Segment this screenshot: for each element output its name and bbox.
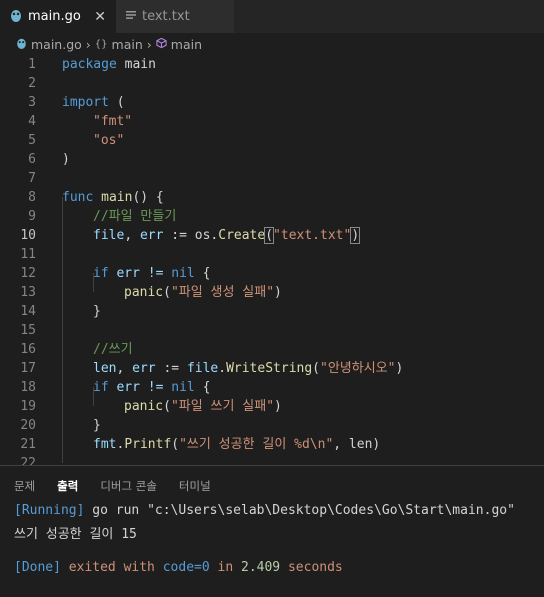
code-line: 6) (28, 152, 70, 167)
chevron-right-icon: › (146, 36, 152, 52)
code-line: 9//파일 만들기 (28, 209, 177, 224)
chevron-right-icon: › (85, 36, 91, 52)
tab-output[interactable]: 출력 (57, 478, 78, 498)
tab-terminal[interactable]: 터미널 (179, 478, 211, 498)
cube-icon (156, 37, 167, 52)
editor-tab-bar: main.go ✕ text.txt (0, 0, 544, 33)
output-panel: 문제 출력 디버그 콘솔 터미널 [Running] go run "c:\Us… (0, 465, 544, 597)
go-file-icon (10, 8, 22, 26)
code-line: 20} (20, 418, 101, 433)
breadcrumb-module[interactable]: main (112, 37, 143, 52)
code-line: 22 (20, 456, 36, 465)
code-line-current: 10 file, err := os.Create("text.txt") (20, 227, 361, 244)
code-line: 1 package main (28, 57, 156, 72)
code-line: 15 (20, 323, 36, 338)
code-line: 14} (20, 304, 101, 319)
output-line-running: [Running] go run "c:\Users\selab\Desktop… (14, 503, 515, 518)
code-line: 12 if err != nil { (20, 266, 211, 281)
breadcrumb: main.go › {} main › main (0, 33, 544, 55)
panel-tabs: 문제 출력 디버그 콘솔 터미널 (0, 478, 219, 498)
output-line-done: [Done] exited with code=0 in 2.409 secon… (14, 560, 343, 575)
go-file-icon (16, 37, 27, 52)
code-line: 16//쓰기 (20, 342, 133, 357)
code-line: 21 fmt.Printf("쓰기 성공한 길이 %d\n", len) (20, 437, 381, 452)
code-line: 7 (28, 171, 36, 186)
code-editor[interactable]: 1 package main 2 3 import ( 4 "fmt" 5 "os" 6… (0, 55, 544, 465)
tab-label: text.txt (142, 9, 190, 24)
code-line: 4 "fmt" (28, 114, 133, 129)
tab-text-txt[interactable]: text.txt (116, 0, 234, 33)
output-line-result: 쓰기 성공한 길이 15 (14, 527, 137, 542)
code-line: 8 func main() { (28, 190, 164, 205)
code-line: 5 "os" (28, 133, 125, 148)
code-line: 19 panic("파일 쓰기 실패") (20, 399, 282, 414)
code-line: 13 panic("파일 생성 실패") (20, 285, 282, 300)
tab-label: main.go (28, 9, 81, 24)
breadcrumb-symbol[interactable]: main (171, 37, 202, 52)
code-line: 18 if err != nil { (20, 380, 211, 395)
text-file-icon (126, 9, 136, 24)
tab-problems[interactable]: 문제 (14, 478, 35, 498)
code-line: 11 (20, 247, 36, 262)
code-line: 2 (28, 76, 36, 91)
tab-debug-console[interactable]: 디버그 콘솔 (100, 478, 157, 498)
breadcrumb-file[interactable]: main.go (31, 37, 82, 52)
close-icon[interactable]: ✕ (94, 9, 106, 25)
tab-main-go[interactable]: main.go ✕ (0, 0, 116, 33)
code-line: 3 import ( (28, 95, 125, 110)
module-icon: {} (94, 38, 108, 50)
code-line: 17 len, err := file.WriteString("안녕하시오") (20, 361, 404, 376)
